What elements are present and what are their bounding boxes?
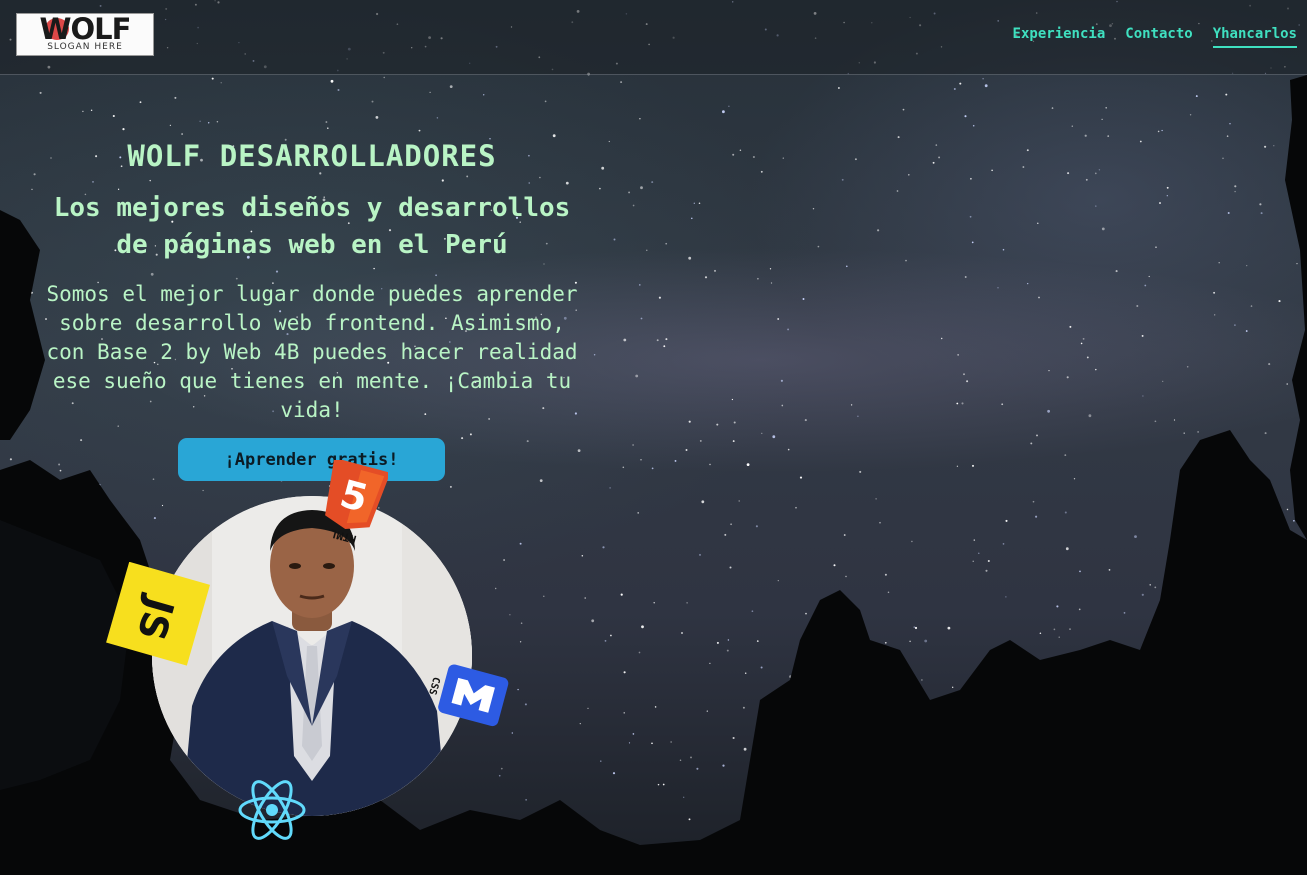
hero-title: WOLF DESARROLLADORES — [127, 139, 497, 173]
markdown-icon: CSS — [426, 664, 509, 727]
svg-text:CSS: CSS — [426, 676, 441, 696]
main-nav: Experiencia Contacto Yhancarlos — [1013, 26, 1297, 48]
learn-free-button[interactable]: ¡Aprender gratis! — [178, 438, 445, 481]
nav-link-yhancarlos[interactable]: Yhancarlos — [1212, 26, 1297, 48]
top-navbar: WOLF SLOGAN HERE Experiencia Contacto Yh… — [0, 0, 1307, 75]
html5-icon: 5 HTML — [325, 460, 388, 546]
javascript-icon: JS — [106, 562, 210, 666]
hero-subtitle: Los mejores diseños y desarrollos de pág… — [53, 193, 571, 260]
hero-description: Somos el mejor lugar donde puedes aprend… — [46, 282, 578, 422]
brand-logo[interactable]: WOLF SLOGAN HERE — [16, 13, 154, 56]
svg-text:HTML: HTML — [328, 526, 357, 546]
hero-section: WOLF DESARROLLADORES Los mejores diseños… — [36, 136, 588, 425]
nav-link-contacto[interactable]: Contacto — [1125, 26, 1192, 48]
logo-word: WOLF — [39, 12, 132, 46]
logo-slogan: SLOGAN HERE — [47, 42, 123, 52]
react-icon — [238, 780, 306, 840]
nav-link-experiencia[interactable]: Experiencia — [1013, 26, 1106, 48]
